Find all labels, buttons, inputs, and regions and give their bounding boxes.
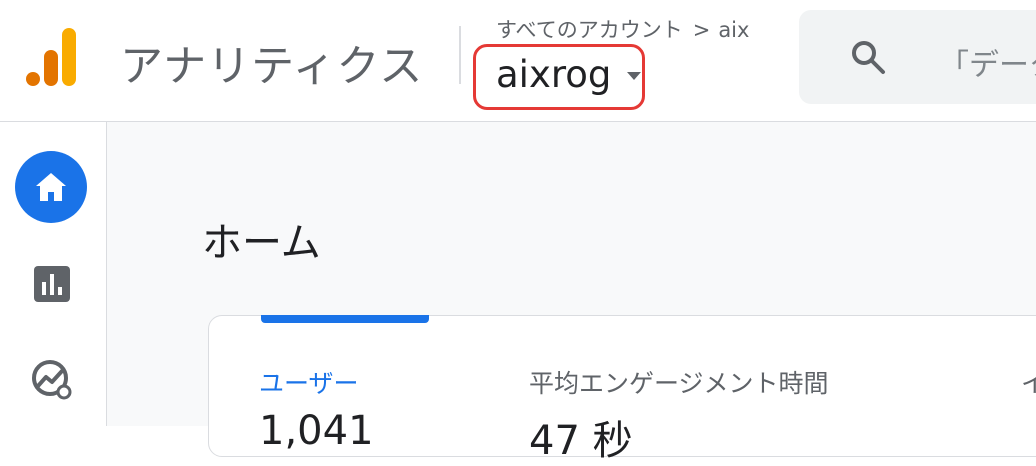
property-name: aixrog <box>496 53 612 96</box>
analytics-logo-icon[interactable] <box>26 28 78 86</box>
sidebar-item-reports[interactable] <box>34 266 70 306</box>
dropdown-arrow-icon <box>627 72 641 80</box>
top-header: アナリティクス すべてのアカウント > aix aixrog 「データ <box>0 0 1036 122</box>
metric-label-avg-engagement-time: 平均エンゲージメント時間 <box>529 369 829 398</box>
bar-chart-icon <box>34 266 70 302</box>
property-selector[interactable]: aixrog <box>473 44 645 110</box>
page-title: ホーム <box>202 220 321 266</box>
breadcrumb[interactable]: すべてのアカウント > aix <box>496 14 749 44</box>
sidebar-item-home[interactable] <box>15 151 87 223</box>
sidebar-item-explore[interactable] <box>30 358 74 406</box>
selected-metric-indicator <box>261 315 429 323</box>
sidebar <box>0 122 107 426</box>
search-box[interactable]: 「データ <box>799 10 1036 104</box>
metric-label-users: ユーザー <box>259 369 359 398</box>
main-content: ホーム ユーザー 1,041 平均エンゲージメント時間 47 秒 イ <box>107 122 1036 464</box>
metric-value-avg-engagement-time: 47 秒 <box>529 418 633 464</box>
home-icon <box>36 173 66 201</box>
header-divider <box>459 26 461 84</box>
breadcrumb-separator: > <box>692 18 711 42</box>
metric-value-users: 1,041 <box>259 408 374 454</box>
search-icon <box>852 41 885 74</box>
explore-icon <box>32 360 72 400</box>
breadcrumb-root[interactable]: すべてのアカウント <box>496 18 683 42</box>
app-title: アナリティクス <box>120 42 424 92</box>
metrics-card: ユーザー 1,041 平均エンゲージメント時間 47 秒 イ <box>208 315 1036 464</box>
breadcrumb-account[interactable]: aix <box>718 18 749 42</box>
search-placeholder: 「データ <box>939 48 1036 83</box>
metric-label-events: イ <box>1021 369 1036 398</box>
